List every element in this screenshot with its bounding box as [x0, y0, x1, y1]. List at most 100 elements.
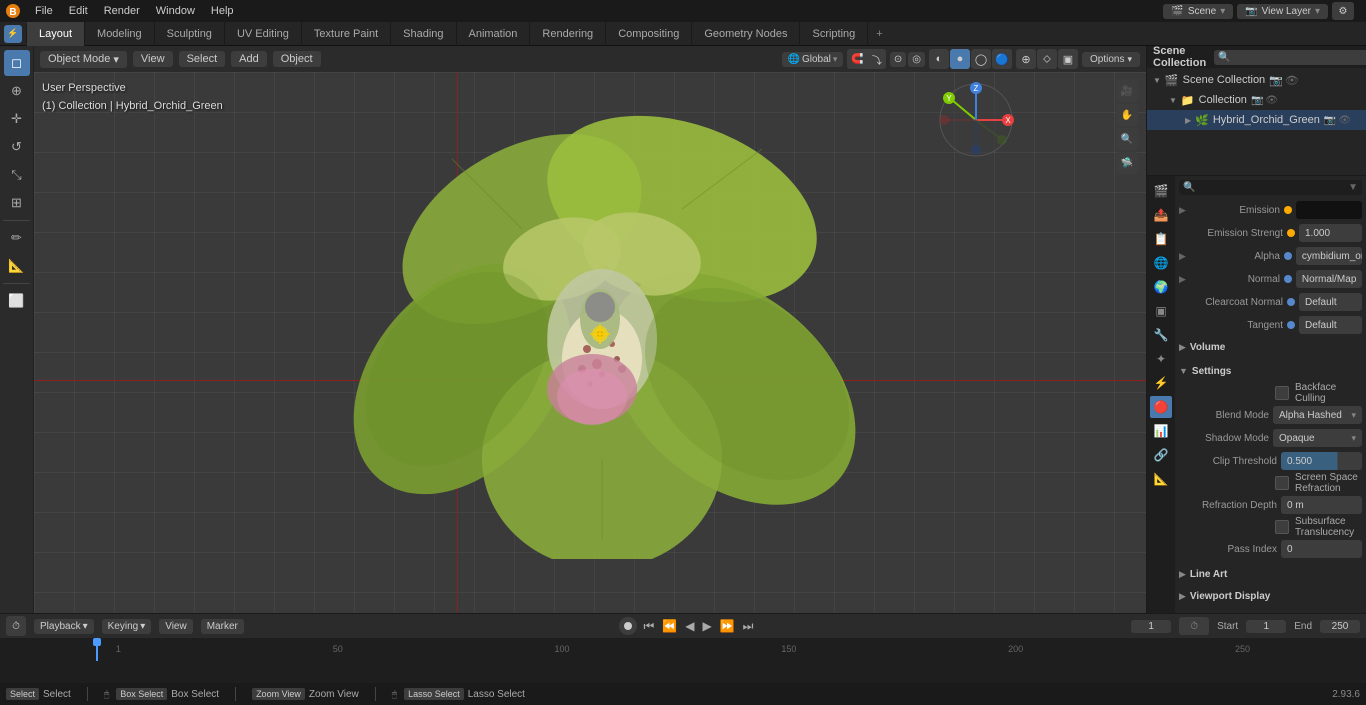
eye-icon[interactable]: 👁 — [1285, 74, 1299, 87]
playback-dropdown[interactable]: Playback▾ — [34, 619, 94, 634]
transform-tool-icon[interactable]: ⊞ — [4, 190, 30, 216]
wireframe-btn[interactable]: ◯ — [971, 49, 991, 69]
menu-file[interactable]: File — [28, 3, 60, 19]
clearcoat-dot[interactable] — [1287, 298, 1295, 306]
shading-btn[interactable]: ◐ — [929, 49, 949, 69]
outliner-scene-collection[interactable]: ▼ 🎬 Scene Collection 📷 👁 — [1147, 70, 1366, 90]
outliner-object[interactable]: ▶ 🌿 Hybrid_Orchid_Green 📷 👁 — [1147, 110, 1366, 130]
timeline-ruler[interactable]: 1 50 100 150 200 250 — [0, 638, 1366, 661]
restrict-render-icon[interactable]: 📷 — [1251, 95, 1263, 106]
blend-mode-dropdown[interactable]: Alpha Hashed ▾ — [1273, 406, 1362, 424]
jump-end-btn[interactable]: ⏭ — [741, 617, 756, 636]
pan-tool-btn[interactable]: ✋ — [1116, 104, 1138, 126]
tangent-dot[interactable] — [1287, 321, 1295, 329]
marker-dropdown[interactable]: Marker — [201, 619, 244, 634]
line-art-section-header[interactable]: ▶ Line Art — [1179, 564, 1362, 584]
tab-compositing[interactable]: Compositing — [606, 22, 692, 46]
camera-view-btn[interactable]: 🎥 — [1116, 80, 1138, 102]
zoom-in-btn[interactable]: 🔍 — [1116, 128, 1138, 150]
camera-icon[interactable]: 📷 — [1269, 74, 1283, 87]
tab-rendering[interactable]: Rendering — [530, 22, 606, 46]
outliner-collection[interactable]: ▼ 📁 Collection 📷 👁 — [1147, 90, 1366, 110]
pivot-btn[interactable]: ⊙ — [890, 52, 906, 67]
select-menu[interactable]: Select — [179, 51, 226, 67]
proportional-btn[interactable]: ◎ — [908, 52, 925, 67]
tab-uv-editing[interactable]: UV Editing — [225, 22, 302, 46]
solid-view-btn[interactable]: ● — [950, 49, 970, 69]
tab-sculpting[interactable]: Sculpting — [155, 22, 225, 46]
outliner-search-input[interactable] — [1231, 51, 1366, 64]
tab-modeling[interactable]: Modeling — [85, 22, 155, 46]
viewport-display-section-header[interactable]: ▶ Viewport Display — [1179, 586, 1362, 606]
refraction-depth-value[interactable]: 0 m — [1281, 496, 1362, 514]
properties-search[interactable]: 🔍 ▼ — [1179, 180, 1362, 195]
normal-value[interactable]: Normal/Map — [1296, 270, 1362, 288]
add-workspace-button[interactable]: + — [868, 28, 890, 40]
tab-layout[interactable]: Layout — [27, 22, 85, 46]
add-cube-icon[interactable]: ⬜ — [4, 288, 30, 314]
properties-search-input[interactable] — [1198, 182, 1348, 193]
alpha-arrow[interactable]: ▶ — [1179, 251, 1186, 262]
scale-tool-icon[interactable]: ⤡ — [4, 162, 30, 188]
restrict-view-icon[interactable]: 👁 — [1265, 95, 1278, 106]
clearcoat-value[interactable]: Default — [1299, 293, 1362, 311]
options-btn[interactable]: Options▾ — [1082, 52, 1140, 67]
world-props-icon[interactable]: 🌍 — [1150, 276, 1172, 298]
scene-selector[interactable]: 🎬Scene▾ — [1163, 4, 1233, 19]
object-menu[interactable]: Object — [273, 51, 321, 67]
viewport-canvas[interactable]: User Perspective (1) Collection | Hybrid… — [34, 72, 1146, 613]
normal-dot[interactable] — [1284, 275, 1292, 283]
particles-props-icon[interactable]: ✦ — [1150, 348, 1172, 370]
cursor-tool-icon[interactable]: ⊕ — [4, 78, 30, 104]
step-back-btn[interactable]: ⏪ — [660, 617, 679, 635]
subsurface-translucency-checkbox[interactable] — [1275, 520, 1289, 534]
timeline-view-dropdown[interactable]: View — [159, 619, 193, 634]
menu-window[interactable]: Window — [149, 3, 202, 19]
gizmo-btn[interactable]: ⊕ — [1016, 49, 1036, 69]
annotate-tool-icon[interactable]: ✏ — [4, 225, 30, 251]
tab-texture-paint[interactable]: Texture Paint — [302, 22, 391, 46]
timecode-icon[interactable]: ⏱ — [1179, 617, 1209, 635]
emission-strength-value[interactable]: 1.000 — [1299, 224, 1362, 242]
scene-collection-arrow[interactable]: ▼ — [1153, 76, 1161, 85]
record-btn[interactable] — [619, 617, 637, 635]
select-tool-icon[interactable]: ◻ — [4, 50, 30, 76]
shadow-mode-dropdown[interactable]: Opaque ▾ — [1273, 429, 1362, 447]
keying-dropdown[interactable]: Keying▾ — [102, 619, 152, 634]
collection-arrow[interactable]: ▼ — [1169, 96, 1177, 105]
output-props-icon[interactable]: 📤 — [1150, 204, 1172, 226]
timeline-type-icon[interactable]: ⏱ — [6, 616, 26, 636]
play-btn[interactable]: ▶ — [700, 617, 713, 635]
view-layer-selector[interactable]: 📷View Layer▾ — [1237, 4, 1328, 19]
orchid-object[interactable] — [302, 79, 902, 559]
tab-animation[interactable]: Animation — [457, 22, 531, 46]
emission-dot[interactable] — [1284, 206, 1292, 214]
alpha-value[interactable]: cymbidium_orchid_g... — [1296, 247, 1362, 265]
alpha-dot[interactable] — [1284, 252, 1292, 260]
view-menu[interactable]: View — [133, 51, 173, 67]
end-frame-input[interactable]: 250 — [1320, 620, 1360, 633]
data-props-icon[interactable]: 📊 — [1150, 420, 1172, 442]
clip-threshold-value[interactable]: 0.500 — [1281, 452, 1362, 470]
object-props-icon[interactable]: ▣ — [1150, 300, 1172, 322]
render-props-icon[interactable]: 🎬 — [1150, 180, 1172, 202]
fly-mode-btn[interactable]: 🛸 — [1116, 152, 1138, 174]
measure-tool-icon[interactable]: 📐 — [4, 253, 30, 279]
tab-geometry-nodes[interactable]: Geometry Nodes — [692, 22, 800, 46]
normal-arrow[interactable]: ▶ — [1179, 274, 1186, 285]
overlay-btn[interactable]: ⬦ — [1037, 49, 1057, 69]
emission-arrow[interactable]: ▶ — [1179, 205, 1186, 216]
view-layer-props-icon[interactable]: 📋 — [1150, 228, 1172, 250]
physics-props-icon[interactable]: ⚡ — [1150, 372, 1172, 394]
backface-culling-checkbox[interactable] — [1275, 386, 1289, 400]
reverse-play-btn[interactable]: ◀ — [683, 617, 696, 635]
pass-index-value[interactable]: 0 — [1281, 540, 1362, 558]
viewport-display-arrow[interactable]: ▶ — [1179, 591, 1186, 602]
settings-header[interactable]: ▼ Settings — [1179, 361, 1362, 381]
constraint-props-icon[interactable]: 🔗 — [1150, 444, 1172, 466]
rotate-tool-icon[interactable]: ↺ — [4, 134, 30, 160]
object-view-icon[interactable]: 👁 — [1338, 115, 1351, 126]
add-menu[interactable]: Add — [231, 51, 267, 67]
current-frame-input[interactable]: 1 — [1131, 620, 1171, 633]
transform-orientation[interactable]: 🌐 Global ▾ — [782, 52, 844, 67]
